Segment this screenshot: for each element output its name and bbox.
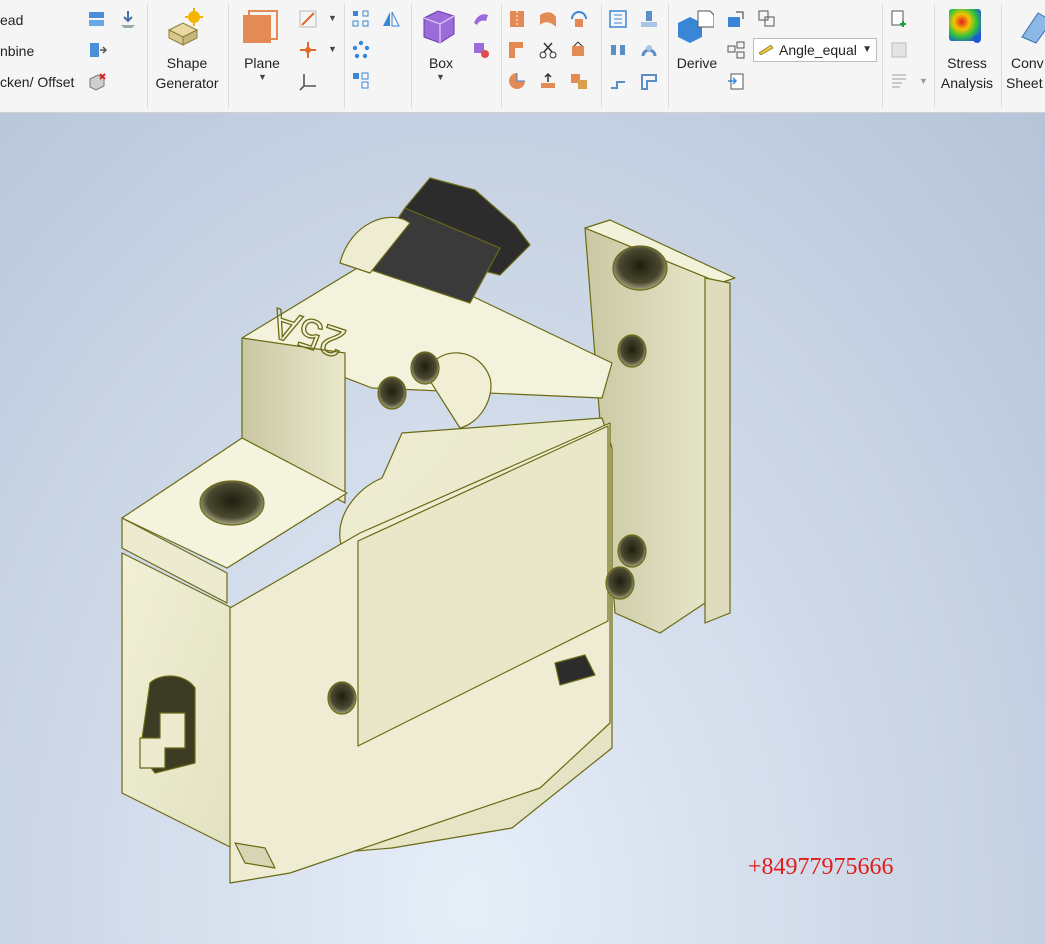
chevron-down-icon: ▼ xyxy=(862,44,872,55)
rest-icon[interactable] xyxy=(608,40,628,60)
boundary-patch-icon[interactable] xyxy=(507,40,527,60)
pattern-sketch-icon[interactable] xyxy=(351,71,371,91)
ruler-icon xyxy=(758,44,774,55)
phone-watermark: +84977975666 xyxy=(748,854,894,880)
derive-icon[interactable] xyxy=(676,9,714,47)
point-dropdown-caret[interactable]: ▼ xyxy=(328,44,337,54)
box-label[interactable]: Box xyxy=(414,55,468,71)
thread-label[interactable]: ead xyxy=(0,12,23,28)
shape-generator-line2[interactable]: Generator xyxy=(150,75,224,91)
list-icon-disabled[interactable] xyxy=(889,71,909,91)
axis-dropdown-caret[interactable]: ▼ xyxy=(328,13,337,23)
boss-icon[interactable] xyxy=(639,9,659,29)
copy-object-icon[interactable] xyxy=(757,9,777,29)
stitch-icon[interactable] xyxy=(507,9,527,29)
combine-label[interactable]: nbine xyxy=(0,43,34,59)
stress-analysis-line1[interactable]: Stress xyxy=(936,55,998,71)
rule-fillet-icon[interactable] xyxy=(608,71,628,91)
graphics-viewport[interactable]: 25A +84977975666 xyxy=(0,113,1045,944)
derive-label[interactable]: Derive xyxy=(670,55,724,71)
parameter-dropdown[interactable]: Angle_equal ▼ xyxy=(753,38,877,62)
point-icon[interactable] xyxy=(298,40,318,60)
stress-analysis-icon[interactable] xyxy=(947,7,985,45)
grill-icon[interactable] xyxy=(608,9,628,29)
convert-line2[interactable]: Sheet xyxy=(1006,75,1043,91)
insert-ifeature-icon[interactable] xyxy=(889,9,909,29)
delete-face-icon[interactable] xyxy=(87,71,107,91)
extend-icon[interactable] xyxy=(569,40,589,60)
pattern-circ-icon[interactable] xyxy=(351,40,371,60)
shape-generator-icon[interactable] xyxy=(165,8,203,46)
ucs-icon[interactable] xyxy=(298,71,318,91)
plane-icon[interactable] xyxy=(241,9,279,47)
box-dropdown-caret[interactable]: ▼ xyxy=(436,72,445,82)
freeform-face-icon[interactable] xyxy=(471,9,491,29)
mirror-icon[interactable] xyxy=(381,9,401,29)
freeform-convert-icon[interactable] xyxy=(471,40,491,60)
split-icon[interactable] xyxy=(87,9,107,29)
parameters-icon[interactable] xyxy=(726,40,746,60)
patch-icon[interactable] xyxy=(538,9,558,29)
sculpt-icon[interactable] xyxy=(507,71,527,91)
ribbon-toolbar: ead nbine cken/ Offset Shape Generator P… xyxy=(0,0,1045,113)
ruled-surface-icon[interactable] xyxy=(569,9,589,29)
import-icon[interactable] xyxy=(726,9,746,29)
axis-icon[interactable] xyxy=(298,9,318,29)
insert-dropdown-caret[interactable]: ▼ xyxy=(919,76,928,86)
plane-label[interactable]: Plane xyxy=(232,55,292,71)
direct-edit-icon[interactable] xyxy=(118,9,138,29)
shape-generator-line1[interactable]: Shape xyxy=(150,55,224,71)
table-icon-disabled[interactable] xyxy=(889,40,909,60)
lip-icon[interactable] xyxy=(639,71,659,91)
circuit-breaker-model[interactable]: 25A xyxy=(0,113,1045,944)
combine-icon[interactable] xyxy=(87,40,107,60)
place-component-icon[interactable] xyxy=(726,71,746,91)
plane-dropdown-caret[interactable]: ▼ xyxy=(258,72,267,82)
pattern-rect-icon[interactable] xyxy=(351,9,371,29)
snap-fit-icon[interactable] xyxy=(639,40,659,60)
stress-analysis-line2[interactable]: Analysis xyxy=(936,75,998,91)
convert-sheet-icon[interactable] xyxy=(1018,7,1045,45)
box-icon[interactable] xyxy=(420,8,458,46)
thicken-offset-label[interactable]: cken/ Offset xyxy=(0,74,74,90)
parameter-dropdown-value: Angle_equal xyxy=(779,42,857,58)
convert-line1[interactable]: Conv xyxy=(1011,55,1044,71)
thicken-icon[interactable] xyxy=(538,71,558,91)
trim-icon[interactable] xyxy=(538,40,558,60)
replace-face-icon[interactable] xyxy=(569,71,589,91)
